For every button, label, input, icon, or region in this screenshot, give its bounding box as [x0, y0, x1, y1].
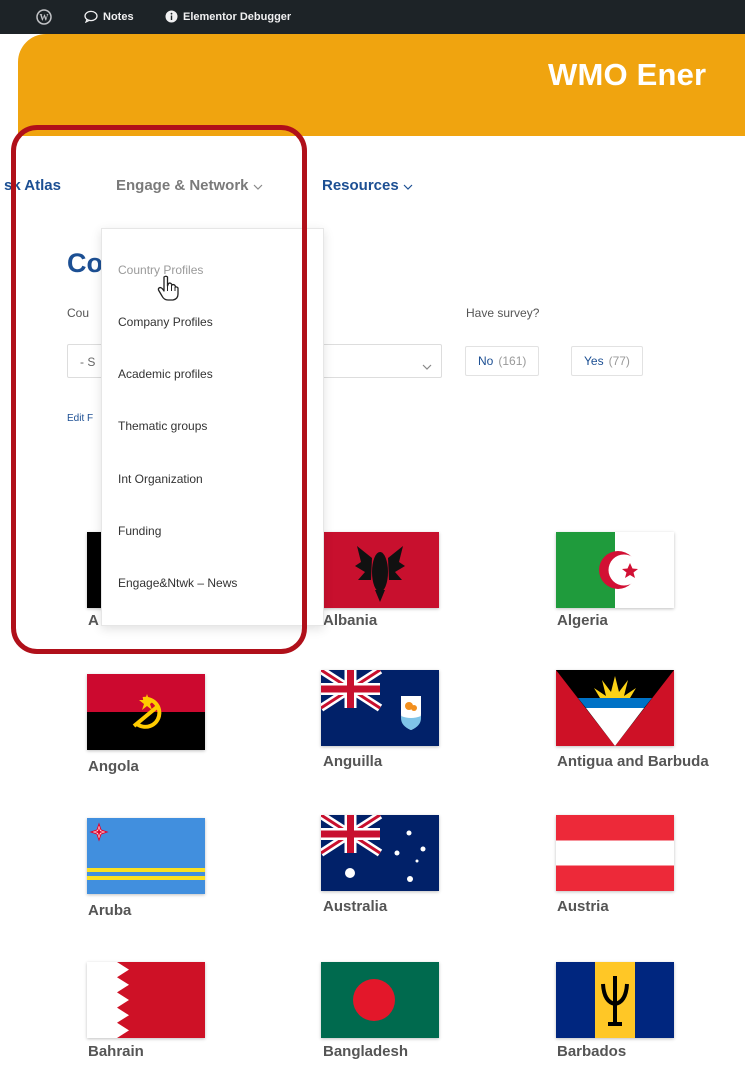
country-name[interactable]: A [88, 612, 99, 629]
info-icon [165, 10, 178, 23]
filter-label: Yes [584, 354, 604, 368]
admin-bar-debugger-label: Elementor Debugger [183, 10, 292, 23]
country-name[interactable]: Australia [323, 898, 387, 915]
page: W Notes Elementor Debugger WMO Ener sk A… [0, 0, 745, 1066]
nav-item-risk-atlas[interactable]: sk Atlas [4, 177, 61, 194]
country-name[interactable]: Bahrain [88, 1043, 144, 1060]
country-name[interactable]: Algeria [557, 612, 608, 629]
flag-austria[interactable] [556, 815, 674, 891]
admin-bar-notes[interactable]: Notes [84, 10, 134, 23]
admin-bar: W Notes Elementor Debugger [0, 0, 745, 34]
country-name[interactable]: Austria [557, 898, 609, 915]
country-name[interactable]: Anguilla [323, 753, 382, 770]
country-name[interactable]: Angola [88, 758, 139, 775]
edit-filters-link[interactable]: Edit F [67, 413, 93, 424]
flag-angola[interactable] [87, 674, 205, 750]
flag-algeria[interactable] [556, 532, 674, 608]
chevron-down-icon [253, 177, 263, 194]
wordpress-icon[interactable]: W [36, 9, 52, 25]
dropdown-item-funding[interactable]: Funding [118, 524, 161, 538]
country-name[interactable]: Antigua and Barbuda [557, 753, 709, 770]
nav-item-label: sk Atlas [4, 177, 61, 194]
country-name[interactable]: Aruba [88, 902, 131, 919]
chevron-down-icon [422, 357, 432, 375]
svg-text:W: W [40, 13, 49, 23]
filter-yes-button[interactable]: Yes (77) [571, 346, 643, 376]
chevron-down-icon [403, 177, 413, 194]
country-name[interactable]: Barbados [557, 1043, 626, 1060]
engage-network-dropdown: Country Profiles Company Profiles Academ… [101, 228, 324, 626]
country-select-value: - S [80, 355, 96, 369]
survey-filter-label: Have survey? [466, 306, 540, 320]
site-title[interactable]: WMO Ener [548, 57, 706, 93]
speech-bubble-icon [84, 10, 98, 23]
dropdown-item-thematic-groups[interactable]: Thematic groups [118, 419, 207, 433]
filter-count: (77) [608, 354, 630, 368]
dropdown-item-engage-ntwk-news[interactable]: Engage&Ntwk – News [118, 576, 237, 590]
admin-bar-notes-label: Notes [103, 10, 134, 23]
flag-australia[interactable] [321, 815, 439, 891]
nav-item-label: Engage & Network [116, 177, 249, 194]
flag-bahrain[interactable] [87, 962, 205, 1038]
dropdown-item-academic-profiles[interactable]: Academic profiles [118, 367, 213, 381]
nav-item-resources[interactable]: Resources [322, 177, 413, 194]
country-name[interactable]: Bangladesh [323, 1043, 408, 1060]
flag-anguilla[interactable] [321, 670, 439, 746]
flag-antigua-and-barbuda[interactable] [556, 670, 674, 746]
flag-barbados[interactable] [556, 962, 674, 1038]
filter-count: (161) [498, 354, 527, 368]
filter-no-button[interactable]: No (161) [465, 346, 540, 376]
country-name[interactable]: Albania [323, 612, 377, 629]
admin-bar-elementor-debugger[interactable]: Elementor Debugger [165, 10, 291, 23]
filter-label: No [478, 354, 494, 368]
hand-pointer-icon [157, 275, 179, 301]
dropdown-item-int-organization[interactable]: Int Organization [118, 472, 203, 486]
nav-item-engage-network[interactable]: Engage & Network [116, 177, 263, 194]
country-filter-label: Cou [67, 306, 90, 320]
flag-bangladesh[interactable] [321, 962, 439, 1038]
dropdown-item-company-profiles[interactable]: Company Profiles [118, 315, 213, 329]
flag-aruba[interactable] [87, 818, 205, 894]
flag-albania[interactable] [321, 532, 439, 608]
nav-item-label: Resources [322, 177, 399, 194]
page-title: Co [67, 248, 103, 278]
